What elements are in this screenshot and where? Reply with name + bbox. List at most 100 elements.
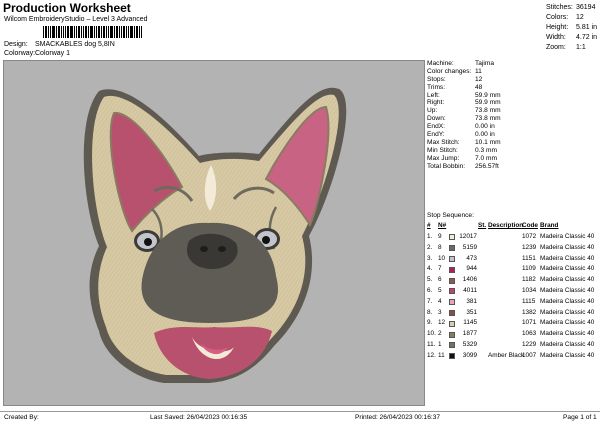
thread-brand: Madeira Classic 40	[540, 276, 595, 284]
thread-code: 1063	[522, 330, 537, 338]
sequence-header: # N# St. Description Code Brand	[427, 222, 600, 231]
thread-code: 1109	[522, 265, 536, 273]
stat-row: Colors: 12	[546, 13, 600, 23]
barcode-bar	[101, 26, 102, 38]
thread-brand: Madeira Classic 40	[540, 330, 595, 338]
stat-value: 1:1	[576, 44, 586, 51]
info-value: Tajima	[475, 60, 495, 67]
barcode-bar	[61, 26, 62, 38]
color-swatch	[449, 234, 455, 241]
barcode	[43, 26, 156, 38]
stop-sequence-title: Stop Sequence:	[427, 212, 474, 219]
colorway-row: Colorway:Colorway 1	[4, 50, 70, 57]
stitch-count: 1145	[463, 319, 477, 327]
thread-code: 1034	[522, 286, 537, 294]
sequence-row: 1. 9 12017 1072 Madeira Classic 40	[427, 232, 600, 243]
stitch-count: 3099	[462, 351, 477, 359]
stitch-count: 4011	[463, 286, 477, 294]
color-swatch	[449, 288, 455, 295]
barcode-bar	[50, 26, 51, 38]
info-row: EndY: 0.00 in	[427, 131, 600, 139]
thread-code: 1071	[522, 319, 537, 327]
stat-label: Width:	[546, 34, 566, 41]
stat-value: 12	[576, 14, 584, 21]
barcode-bar	[141, 26, 142, 38]
sequence-row: 7. 4 381 1115 Madeira Classic 40	[427, 297, 600, 308]
stat-row: Zoom: 1:1	[546, 43, 600, 53]
sequence-row: 3. 10 473 1151 Madeira Classic 40	[427, 254, 600, 265]
sequence-row: 9. 12 1145 1071 Madeira Classic 40	[427, 318, 600, 329]
thread-brand: Madeira Classic 40	[540, 297, 595, 305]
info-label: Max Stitch:	[427, 138, 460, 146]
stop-number: 6.	[427, 286, 433, 294]
thread-code: 1072	[522, 233, 537, 240]
col-description: Description	[488, 222, 524, 229]
info-label: EndX:	[427, 123, 445, 131]
stop-number: 5.	[427, 276, 433, 284]
barcode-bar	[48, 26, 49, 38]
col-needle: N#	[438, 222, 447, 229]
color-swatch	[449, 331, 455, 338]
stat-row: Width: 4.72 in	[546, 33, 600, 43]
info-value: 7.0 mm	[475, 154, 497, 162]
color-swatch	[449, 320, 455, 327]
needle-number: 4	[438, 297, 442, 305]
created-by: Created By:	[4, 414, 39, 421]
barcode-bar	[114, 26, 115, 38]
dog-embroidery-image	[83, 87, 347, 383]
stat-label: Zoom:	[546, 44, 566, 51]
thread-code: 1239	[522, 243, 537, 251]
needle-number: 8	[438, 243, 442, 251]
stitch-count: 1877	[462, 330, 477, 338]
stitch-count: 381	[466, 297, 477, 305]
info-row: EndX: 0.00 in	[427, 123, 600, 131]
barcode-bar	[121, 26, 122, 38]
machine-info-panel: Machine: Tajima Color changes: 11 Stops: 12…	[427, 60, 600, 170]
info-label: Right:	[427, 99, 445, 107]
info-row: Stops: 12	[427, 76, 600, 84]
barcode-bar	[45, 26, 47, 38]
stitch-count: 12017	[459, 233, 477, 240]
thread-brand: Madeira Classic 40	[540, 351, 595, 359]
thread-code: 1007	[522, 351, 537, 359]
needle-number: 9	[438, 233, 442, 240]
page-title: Production Worksheet	[3, 1, 131, 15]
stop-number: 2.	[427, 243, 433, 251]
sequence-row: 5. 6 1406 1182 Madeira Classic 40	[427, 275, 600, 286]
last-saved: Last Saved: 26/04/2023 00:16:35	[150, 414, 248, 421]
needle-number: 11	[438, 351, 445, 359]
stat-label: Stitches:	[546, 4, 573, 11]
stop-number: 10.	[427, 330, 436, 338]
thread-brand: Madeira Classic 40	[540, 286, 595, 294]
col-stop: #	[427, 222, 431, 229]
info-value: 0.00 in	[475, 131, 495, 139]
barcode-bar	[123, 26, 125, 38]
design-preview	[3, 60, 425, 406]
color-swatch	[449, 309, 455, 316]
thread-description: Amber Black	[488, 351, 525, 359]
stitch-count: 5329	[462, 340, 477, 348]
barcode-bar	[110, 26, 113, 38]
info-row: Machine: Tajima	[427, 60, 600, 68]
stitch-count: 944	[466, 265, 477, 273]
thread-code: 1382	[522, 308, 537, 316]
thread-brand: Madeira Classic 40	[540, 233, 595, 240]
stat-value: 4.72 in	[576, 34, 598, 41]
barcode-bar	[136, 26, 138, 38]
design-row: Design: SMACKABLES dog 5,8IN	[4, 41, 115, 48]
printed-date: Printed: 26/04/2023 00:16:37	[355, 414, 441, 421]
stop-number: 8.	[427, 308, 433, 316]
barcode-bar	[58, 26, 60, 38]
color-swatch	[449, 342, 455, 349]
sequence-row: 2. 8 5159 1239 Madeira Classic 40	[427, 243, 600, 254]
info-label: Color changes:	[427, 67, 472, 75]
thread-brand: Madeira Classic 40	[540, 243, 595, 251]
color-swatch	[449, 353, 455, 360]
col-stitches: St.	[478, 222, 487, 229]
info-row: Max Jump: 7.0 mm	[427, 155, 600, 163]
barcode-bar	[74, 26, 75, 38]
barcode-bar	[98, 26, 100, 38]
info-row: Max Stitch: 10.1 mm	[427, 139, 600, 147]
stop-number: 1.	[427, 233, 433, 240]
barcode-bar	[56, 26, 57, 38]
